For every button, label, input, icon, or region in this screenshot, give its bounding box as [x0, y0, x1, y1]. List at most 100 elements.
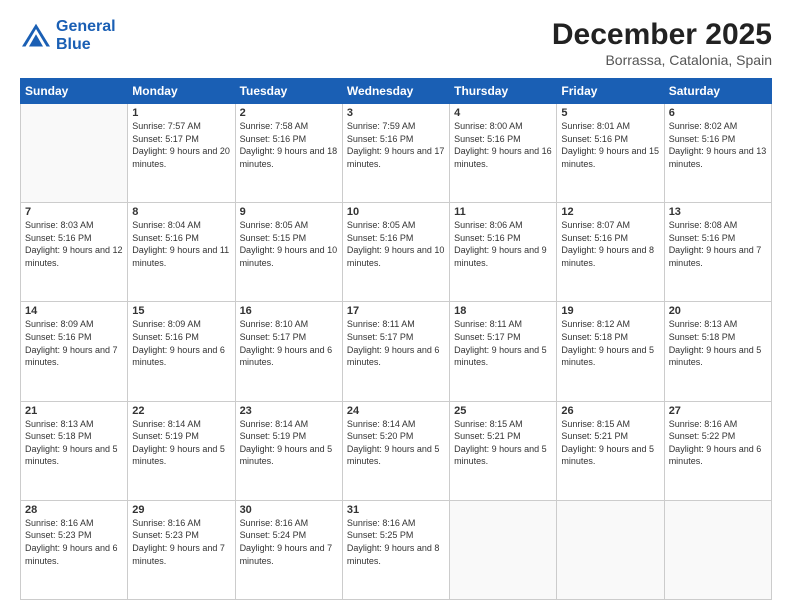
calendar-cell: 6Sunrise: 8:02 AMSunset: 5:16 PMDaylight…	[664, 104, 771, 203]
day-number: 24	[347, 405, 445, 417]
day-number: 23	[240, 405, 338, 417]
calendar-cell: 20Sunrise: 8:13 AMSunset: 5:18 PMDayligh…	[664, 302, 771, 401]
calendar-cell: 2Sunrise: 7:58 AMSunset: 5:16 PMDaylight…	[235, 104, 342, 203]
day-number: 6	[669, 107, 767, 119]
calendar-week-row: 21Sunrise: 8:13 AMSunset: 5:18 PMDayligh…	[21, 401, 772, 500]
day-info: Sunrise: 8:03 AMSunset: 5:16 PMDaylight:…	[25, 219, 123, 269]
calendar-cell: 26Sunrise: 8:15 AMSunset: 5:21 PMDayligh…	[557, 401, 664, 500]
day-number: 4	[454, 107, 552, 119]
calendar-cell: 22Sunrise: 8:14 AMSunset: 5:19 PMDayligh…	[128, 401, 235, 500]
calendar-cell: 12Sunrise: 8:07 AMSunset: 5:16 PMDayligh…	[557, 203, 664, 302]
day-info: Sunrise: 8:02 AMSunset: 5:16 PMDaylight:…	[669, 120, 767, 170]
day-info: Sunrise: 8:11 AMSunset: 5:17 PMDaylight:…	[454, 318, 552, 368]
day-info: Sunrise: 8:09 AMSunset: 5:16 PMDaylight:…	[132, 318, 230, 368]
weekday-header: Saturday	[664, 79, 771, 104]
day-number: 21	[25, 405, 123, 417]
day-number: 15	[132, 305, 230, 317]
calendar-cell: 27Sunrise: 8:16 AMSunset: 5:22 PMDayligh…	[664, 401, 771, 500]
calendar-cell: 21Sunrise: 8:13 AMSunset: 5:18 PMDayligh…	[21, 401, 128, 500]
day-info: Sunrise: 8:12 AMSunset: 5:18 PMDaylight:…	[561, 318, 659, 368]
day-number: 22	[132, 405, 230, 417]
day-number: 2	[240, 107, 338, 119]
calendar-week-row: 1Sunrise: 7:57 AMSunset: 5:17 PMDaylight…	[21, 104, 772, 203]
day-number: 12	[561, 206, 659, 218]
calendar-cell: 10Sunrise: 8:05 AMSunset: 5:16 PMDayligh…	[342, 203, 449, 302]
day-number: 16	[240, 305, 338, 317]
calendar-cell: 7Sunrise: 8:03 AMSunset: 5:16 PMDaylight…	[21, 203, 128, 302]
day-number: 29	[132, 504, 230, 516]
day-info: Sunrise: 8:16 AMSunset: 5:22 PMDaylight:…	[669, 418, 767, 468]
calendar-cell: 16Sunrise: 8:10 AMSunset: 5:17 PMDayligh…	[235, 302, 342, 401]
day-info: Sunrise: 8:16 AMSunset: 5:25 PMDaylight:…	[347, 517, 445, 567]
day-info: Sunrise: 8:07 AMSunset: 5:16 PMDaylight:…	[561, 219, 659, 269]
title-block: December 2025 Borrassa, Catalonia, Spain	[552, 18, 772, 68]
calendar-cell: 17Sunrise: 8:11 AMSunset: 5:17 PMDayligh…	[342, 302, 449, 401]
day-number: 25	[454, 405, 552, 417]
day-info: Sunrise: 7:59 AMSunset: 5:16 PMDaylight:…	[347, 120, 445, 170]
header: General Blue December 2025 Borrassa, Cat…	[20, 18, 772, 68]
calendar-cell: 13Sunrise: 8:08 AMSunset: 5:16 PMDayligh…	[664, 203, 771, 302]
day-number: 1	[132, 107, 230, 119]
month-title: December 2025	[552, 18, 772, 52]
calendar-cell: 28Sunrise: 8:16 AMSunset: 5:23 PMDayligh…	[21, 500, 128, 599]
calendar-week-row: 14Sunrise: 8:09 AMSunset: 5:16 PMDayligh…	[21, 302, 772, 401]
weekday-header: Thursday	[450, 79, 557, 104]
logo: General Blue	[20, 18, 116, 53]
weekday-header: Sunday	[21, 79, 128, 104]
calendar-cell: 15Sunrise: 8:09 AMSunset: 5:16 PMDayligh…	[128, 302, 235, 401]
day-number: 27	[669, 405, 767, 417]
day-info: Sunrise: 8:13 AMSunset: 5:18 PMDaylight:…	[669, 318, 767, 368]
day-info: Sunrise: 8:05 AMSunset: 5:16 PMDaylight:…	[347, 219, 445, 269]
day-number: 7	[25, 206, 123, 218]
day-number: 13	[669, 206, 767, 218]
calendar-table: SundayMondayTuesdayWednesdayThursdayFrid…	[20, 78, 772, 600]
day-info: Sunrise: 8:14 AMSunset: 5:19 PMDaylight:…	[240, 418, 338, 468]
day-number: 19	[561, 305, 659, 317]
calendar-cell: 4Sunrise: 8:00 AMSunset: 5:16 PMDaylight…	[450, 104, 557, 203]
weekday-header: Monday	[128, 79, 235, 104]
day-number: 30	[240, 504, 338, 516]
day-number: 28	[25, 504, 123, 516]
day-info: Sunrise: 8:05 AMSunset: 5:15 PMDaylight:…	[240, 219, 338, 269]
calendar-cell: 19Sunrise: 8:12 AMSunset: 5:18 PMDayligh…	[557, 302, 664, 401]
day-info: Sunrise: 8:08 AMSunset: 5:16 PMDaylight:…	[669, 219, 767, 269]
calendar-cell: 30Sunrise: 8:16 AMSunset: 5:24 PMDayligh…	[235, 500, 342, 599]
day-number: 26	[561, 405, 659, 417]
day-number: 31	[347, 504, 445, 516]
day-info: Sunrise: 8:01 AMSunset: 5:16 PMDaylight:…	[561, 120, 659, 170]
day-info: Sunrise: 8:09 AMSunset: 5:16 PMDaylight:…	[25, 318, 123, 368]
calendar-cell: 29Sunrise: 8:16 AMSunset: 5:23 PMDayligh…	[128, 500, 235, 599]
weekday-header: Wednesday	[342, 79, 449, 104]
calendar-cell: 5Sunrise: 8:01 AMSunset: 5:16 PMDaylight…	[557, 104, 664, 203]
day-info: Sunrise: 7:58 AMSunset: 5:16 PMDaylight:…	[240, 120, 338, 170]
day-info: Sunrise: 8:16 AMSunset: 5:23 PMDaylight:…	[132, 517, 230, 567]
day-info: Sunrise: 8:00 AMSunset: 5:16 PMDaylight:…	[454, 120, 552, 170]
calendar-week-row: 7Sunrise: 8:03 AMSunset: 5:16 PMDaylight…	[21, 203, 772, 302]
calendar-week-row: 28Sunrise: 8:16 AMSunset: 5:23 PMDayligh…	[21, 500, 772, 599]
day-number: 17	[347, 305, 445, 317]
day-number: 14	[25, 305, 123, 317]
day-info: Sunrise: 8:11 AMSunset: 5:17 PMDaylight:…	[347, 318, 445, 368]
day-info: Sunrise: 8:16 AMSunset: 5:24 PMDaylight:…	[240, 517, 338, 567]
day-info: Sunrise: 8:04 AMSunset: 5:16 PMDaylight:…	[132, 219, 230, 269]
page: General Blue December 2025 Borrassa, Cat…	[0, 0, 792, 612]
day-number: 5	[561, 107, 659, 119]
day-info: Sunrise: 8:06 AMSunset: 5:16 PMDaylight:…	[454, 219, 552, 269]
day-info: Sunrise: 8:15 AMSunset: 5:21 PMDaylight:…	[454, 418, 552, 468]
day-number: 20	[669, 305, 767, 317]
calendar-cell	[21, 104, 128, 203]
weekday-header: Friday	[557, 79, 664, 104]
calendar-cell	[450, 500, 557, 599]
day-number: 10	[347, 206, 445, 218]
weekday-header: Tuesday	[235, 79, 342, 104]
logo-icon	[20, 22, 52, 50]
day-info: Sunrise: 8:16 AMSunset: 5:23 PMDaylight:…	[25, 517, 123, 567]
day-info: Sunrise: 8:15 AMSunset: 5:21 PMDaylight:…	[561, 418, 659, 468]
calendar-cell	[557, 500, 664, 599]
logo-text: General Blue	[56, 18, 116, 53]
day-info: Sunrise: 7:57 AMSunset: 5:17 PMDaylight:…	[132, 120, 230, 170]
day-info: Sunrise: 8:14 AMSunset: 5:20 PMDaylight:…	[347, 418, 445, 468]
day-number: 9	[240, 206, 338, 218]
day-number: 11	[454, 206, 552, 218]
calendar-cell	[664, 500, 771, 599]
